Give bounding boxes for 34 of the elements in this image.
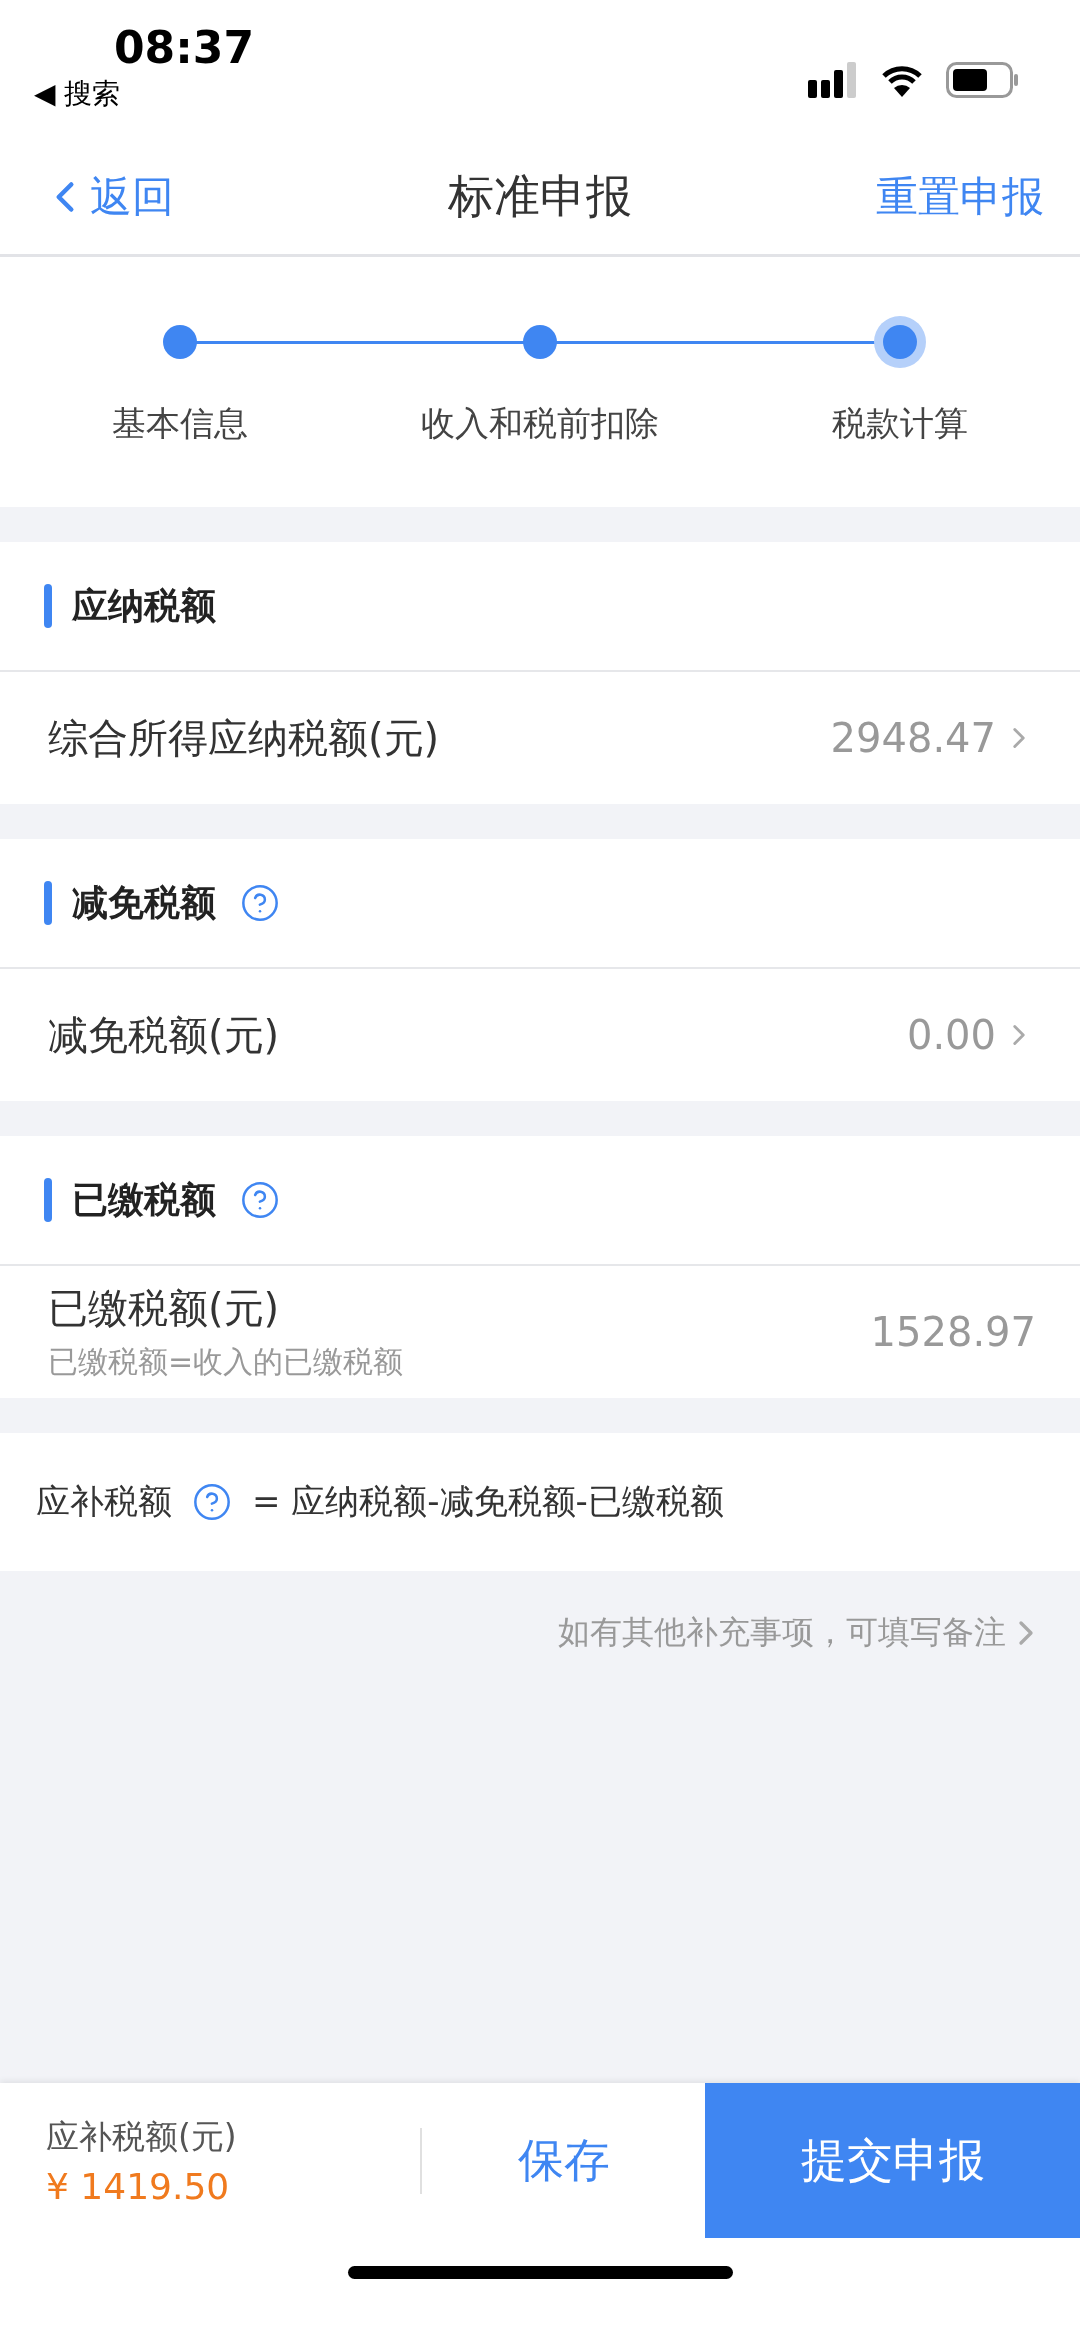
signal-icon xyxy=(808,62,858,98)
help-icon[interactable] xyxy=(192,1482,232,1522)
page-title: 标准申报 xyxy=(448,168,632,225)
wifi-icon xyxy=(880,63,924,97)
save-button[interactable]: 保存 xyxy=(422,2083,705,2238)
reset-link[interactable]: 重置申报 xyxy=(876,169,1044,225)
row-label: 综合所得应纳税额(元) xyxy=(48,713,440,763)
submit-button[interactable]: 提交申报 xyxy=(705,2083,1080,2238)
section-title: 应纳税额 xyxy=(72,583,216,628)
section-marker xyxy=(44,881,52,925)
section-title: 已缴税额 xyxy=(72,1177,216,1222)
back-to-app-link[interactable]: ◀ 搜索 xyxy=(34,75,255,113)
remark-link[interactable]: 如有其他补充事项，可填写备注 xyxy=(558,1611,1046,1655)
row-label: 减免税额(元) xyxy=(48,1010,280,1060)
step-label: 税款计算 xyxy=(832,402,968,445)
payable-amount: ¥ 1419.50 xyxy=(46,2165,231,2207)
help-icon[interactable] xyxy=(240,883,280,923)
row-value: 2948.47 xyxy=(830,715,996,761)
formula-label: 应补税额 xyxy=(36,1480,172,1523)
section-marker xyxy=(44,1178,52,1222)
payable-label: 应补税额(元) xyxy=(46,2115,238,2158)
step-label: 基本信息 xyxy=(112,402,248,445)
section-marker xyxy=(44,584,52,628)
row-label: 已缴税额(元) xyxy=(48,1284,281,1333)
help-icon[interactable] xyxy=(240,1180,280,1220)
back-link[interactable]: 返回 xyxy=(40,169,174,225)
row-value: 1528.97 xyxy=(870,1309,1036,1355)
status-time: 08:37 xyxy=(114,22,255,73)
section-title: 减免税额 xyxy=(72,880,216,925)
battery-icon xyxy=(946,62,1020,98)
formula-text: = 应纳税额-减免税额-已缴税额 xyxy=(252,1480,724,1523)
row-hint: 已缴税额=收入的已缴税额 xyxy=(48,1343,404,1381)
step-label: 收入和税前扣除 xyxy=(421,402,659,445)
row-value: 0.00 xyxy=(906,1012,996,1058)
